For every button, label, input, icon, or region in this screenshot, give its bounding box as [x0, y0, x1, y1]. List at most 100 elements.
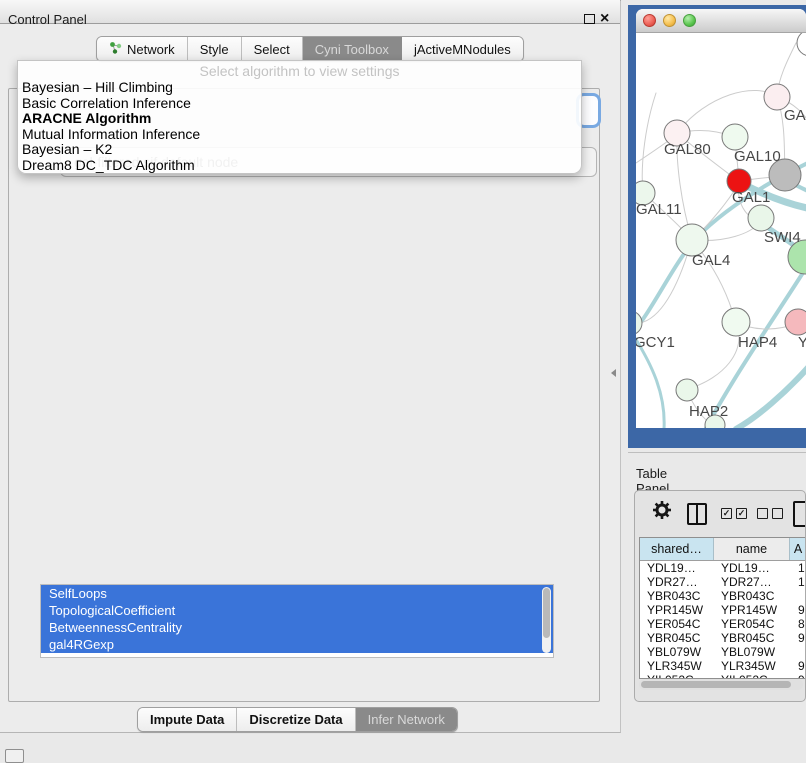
network-window-titlebar[interactable]: [636, 9, 806, 33]
tab-cyni-toolbox[interactable]: Cyni Toolbox: [303, 37, 402, 61]
network-node-GAL10[interactable]: [722, 124, 748, 150]
docked-panel-button[interactable]: [5, 749, 24, 763]
network-node-SWI4[interactable]: [748, 205, 774, 231]
checked-checkbox-icon[interactable]: ✓: [721, 508, 732, 519]
network-node-HAP4[interactable]: [722, 308, 750, 336]
table-cell[interactable]: [790, 589, 806, 603]
tab-network-label: Network: [127, 42, 175, 57]
tab-cyni-label: Cyni Toolbox: [315, 42, 389, 57]
checked-checkbox-icon[interactable]: ✓: [736, 508, 747, 519]
mac-close-icon[interactable]: [643, 14, 656, 27]
tab-discretize-label: Discretize Data: [249, 712, 342, 727]
node-table: shared… name A YDL19…YDL19…13YDR27…YDR27…: [639, 537, 806, 679]
mac-zoom-icon[interactable]: [683, 14, 696, 27]
node-label: HAP2: [689, 403, 728, 420]
table-cell[interactable]: YBL079W: [640, 645, 714, 659]
dropdown-items: Bayesian – Hill ClimbingBasic Correlatio…: [18, 80, 581, 173]
node-label: SWI4: [764, 229, 801, 246]
table-cell[interactable]: YDL19…: [714, 561, 790, 575]
algorithm-option[interactable]: Dream8 DC_TDC Algorithm: [18, 158, 581, 174]
show-columns-icon[interactable]: [687, 503, 707, 525]
table-cell[interactable]: 9.: [790, 659, 806, 673]
table-cell[interactable]: YBR045C: [640, 631, 714, 645]
table-row[interactable]: YLR345WYLR345W9.: [640, 659, 806, 673]
table-cell[interactable]: YLR345W: [714, 659, 790, 673]
table-row[interactable]: YPR145WYPR145W9.: [640, 603, 806, 617]
tab-network[interactable]: Network: [97, 37, 188, 61]
table-cell[interactable]: YDR27…: [714, 575, 790, 589]
algorithm-option[interactable]: Bayesian – K2: [18, 142, 581, 158]
table-cell[interactable]: YPR145W: [714, 603, 790, 617]
table-cell[interactable]: 9.: [790, 631, 806, 645]
algorithm-dropdown-list: Select algorithm to view settings Bayesi…: [17, 60, 582, 174]
table-horizontal-scrollbar[interactable]: [639, 679, 803, 690]
table-row[interactable]: YBR045CYBR045C9.: [640, 631, 806, 645]
network-window: GALGAL80GAL10GAL1GAL11SWI4GAL4GCY1HAP4YH…: [636, 9, 806, 428]
control-panel-titlebar: Control Panel: [0, 0, 620, 24]
tab-discretize-data[interactable]: Discretize Data: [237, 708, 355, 731]
table-row[interactable]: YBL079WYBL079W: [640, 645, 806, 659]
table-cell[interactable]: YER054C: [714, 617, 790, 631]
tab-impute-data[interactable]: Impute Data: [138, 708, 237, 731]
table-cell[interactable]: [790, 645, 806, 659]
table-row[interactable]: YBR043CYBR043C: [640, 589, 806, 603]
splitter-handle-icon[interactable]: [611, 369, 616, 377]
bottom-tab-bar: Impute Data Discretize Data Infer Networ…: [137, 707, 458, 732]
data-attribute-item-selected[interactable]: SelfLoops: [41, 585, 553, 602]
tab-style[interactable]: Style: [188, 37, 242, 61]
table-cell[interactable]: YPR145W: [640, 603, 714, 617]
float-window-icon[interactable]: [584, 14, 595, 24]
network-node-HAP2[interactable]: [676, 379, 698, 401]
table-cell[interactable]: YDR27…: [640, 575, 714, 589]
network-canvas[interactable]: GALGAL80GAL10GAL1GAL11SWI4GAL4GCY1HAP4YH…: [636, 33, 806, 428]
column-header-shared[interactable]: shared…: [640, 538, 714, 560]
panel-title: Control Panel: [8, 12, 87, 27]
tab-select[interactable]: Select: [242, 37, 303, 61]
table-cell[interactable]: YBR043C: [714, 589, 790, 603]
gear-icon[interactable]: [652, 500, 672, 525]
data-attribute-item-selected[interactable]: TopologicalCoefficient: [41, 602, 553, 619]
table-cell[interactable]: YBR043C: [640, 589, 714, 603]
tab-impute-label: Impute Data: [150, 712, 224, 727]
table-cell[interactable]: YLR345W: [640, 659, 714, 673]
unchecked-checkbox-icon[interactable]: [757, 508, 768, 519]
mac-minimize-icon[interactable]: [663, 14, 676, 27]
table-cell[interactable]: 8.: [790, 617, 806, 631]
table-cell[interactable]: YBR045C: [714, 631, 790, 645]
data-attribute-item-selected[interactable]: BetweennessCentrality: [41, 619, 553, 636]
close-icon[interactable]: ×: [600, 9, 609, 29]
document-icon[interactable]: [793, 501, 806, 527]
network-node-GCY1[interactable]: [636, 311, 642, 335]
table-row[interactable]: YER054CYER054C8.: [640, 617, 806, 631]
tab-infer-network[interactable]: Infer Network: [356, 708, 457, 731]
node-label: GAL4: [692, 252, 730, 269]
node-label: GCY1: [636, 334, 675, 351]
table-toolbar: ✓ ✓: [635, 491, 805, 535]
list-scrollbar[interactable]: [542, 587, 551, 653]
table-row[interactable]: YDR27…YDR27…12: [640, 575, 806, 589]
table-cell[interactable]: 12: [790, 575, 806, 589]
column-header-name[interactable]: name: [714, 538, 790, 560]
table-header-row: shared… name A: [640, 538, 806, 561]
table-cell[interactable]: YER054C: [640, 617, 714, 631]
column-header-a[interactable]: A: [790, 538, 806, 560]
table-row[interactable]: YDL19…YDL19…13: [640, 561, 806, 575]
network-node-partial-top[interactable]: [797, 33, 806, 56]
table-cell[interactable]: YDL19…: [640, 561, 714, 575]
algorithm-option[interactable]: Bayesian – Hill Climbing: [18, 80, 581, 96]
algorithm-option[interactable]: Basic Correlation Inference: [18, 96, 581, 112]
node-label: GAL: [784, 107, 806, 124]
unchecked-checkbox-icon[interactable]: [772, 508, 783, 519]
table-cell[interactable]: 13: [790, 561, 806, 575]
tab-jactivemnodules[interactable]: jActiveMNodules: [402, 37, 523, 61]
algorithm-option[interactable]: Mutual Information Inference: [18, 127, 581, 143]
table-panel-window: ✓ ✓ shared… name A YDL19…YDL19…13YDR27…Y…: [634, 490, 806, 702]
data-attribute-item-selected[interactable]: gal4RGexp: [41, 636, 553, 653]
table-cell[interactable]: 9.: [790, 603, 806, 617]
table-cell[interactable]: YBL079W: [714, 645, 790, 659]
algorithm-option[interactable]: ARACNE Algorithm: [18, 111, 581, 127]
scrollbar-thumb[interactable]: [641, 681, 791, 688]
network-icon: [109, 41, 122, 57]
network-node-pink-right[interactable]: [785, 309, 806, 335]
node-label: GAL11: [636, 201, 682, 218]
